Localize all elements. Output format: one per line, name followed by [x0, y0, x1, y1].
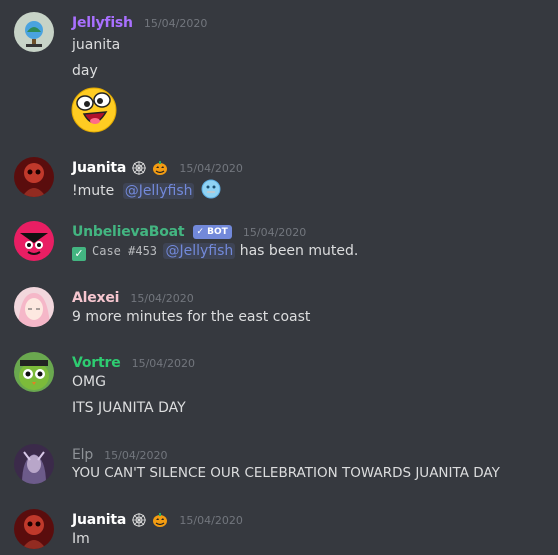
- message-text: ITS JUANITA DAY: [72, 400, 186, 416]
- jack-o-lantern-icon: [152, 160, 168, 180]
- username[interactable]: Jellyfish: [72, 15, 133, 31]
- message-tail: has been muted.: [239, 243, 359, 259]
- timestamp: 15/04/2020: [143, 17, 208, 30]
- avatar-vortre[interactable]: [14, 352, 54, 392]
- message-text: Im: [72, 531, 90, 547]
- username[interactable]: Alexei: [72, 290, 119, 306]
- avatar-jellyfish[interactable]: [14, 12, 54, 52]
- unbelievaboat-avatar-icon: [14, 221, 54, 261]
- timestamp: 15/04/2020: [104, 449, 168, 462]
- message-header: Jellyfish 15/04/2020: [72, 12, 207, 31]
- message-header: Alexei 15/04/2020: [72, 287, 194, 306]
- message-header: Elp 15/04/2020: [72, 444, 168, 463]
- message-text: 9 more minutes for the east coast: [72, 309, 311, 325]
- message-header: Juanita 15/04/2020: [72, 509, 243, 532]
- spiderweb-icon: [131, 512, 147, 532]
- jack-o-lantern-icon: [152, 512, 168, 532]
- avatar-elp[interactable]: [14, 444, 54, 484]
- message-header: UnbelievaBoat ✓ BOT 15/04/2020: [72, 221, 306, 240]
- username[interactable]: Elp: [72, 447, 93, 463]
- checkmark-icon: ✓: [72, 247, 86, 261]
- juanita-avatar-icon: [14, 509, 54, 549]
- timestamp: 15/04/2020: [242, 226, 307, 239]
- message-header: Juanita 15/04/2020: [72, 157, 243, 180]
- user-mention[interactable]: @Jellyfish: [122, 183, 195, 199]
- timestamp: 15/04/2020: [130, 292, 194, 305]
- username[interactable]: Vortre: [72, 355, 121, 371]
- avatar-juanita[interactable]: [14, 157, 54, 197]
- alexei-avatar-icon: [14, 287, 54, 327]
- elp-avatar-icon: [14, 444, 54, 484]
- spiderweb-icon: [131, 160, 147, 180]
- avatar-juanita[interactable]: [14, 509, 54, 549]
- bot-badge: ✓ BOT: [193, 225, 232, 239]
- avatar-unbelievaboat[interactable]: [14, 221, 54, 261]
- vortre-avatar-icon: [14, 352, 54, 392]
- case-code: Case #453: [92, 244, 158, 258]
- message-text: OMG: [72, 374, 106, 390]
- timestamp: 15/04/2020: [131, 357, 195, 370]
- message-header: Vortre 15/04/2020: [72, 352, 195, 371]
- cold-face-emoji-icon: [201, 179, 221, 203]
- juanita-avatar-icon: [14, 157, 54, 197]
- username[interactable]: UnbelievaBoat: [72, 224, 185, 240]
- timestamp: 15/04/2020: [179, 514, 243, 527]
- user-mention[interactable]: @Jellyfish: [163, 243, 236, 259]
- message-text: ✓ Case #453 @Jellyfish has been muted.: [72, 243, 358, 261]
- message-text: juanita: [72, 37, 121, 53]
- crazy-face-emoji-icon[interactable]: [70, 86, 118, 134]
- username[interactable]: Juanita: [72, 512, 126, 528]
- message-text: !mute @Jellyfish: [72, 179, 221, 203]
- username[interactable]: Juanita: [72, 160, 126, 176]
- command-text: !mute: [72, 183, 115, 199]
- message-text: YOU CAN'T SILENCE OUR CELEBRATION TOWARD…: [72, 465, 500, 481]
- timestamp: 15/04/2020: [179, 162, 243, 175]
- jellyfish-avatar-icon: [14, 12, 54, 52]
- message-text: day: [72, 63, 98, 79]
- avatar-alexei[interactable]: [14, 287, 54, 327]
